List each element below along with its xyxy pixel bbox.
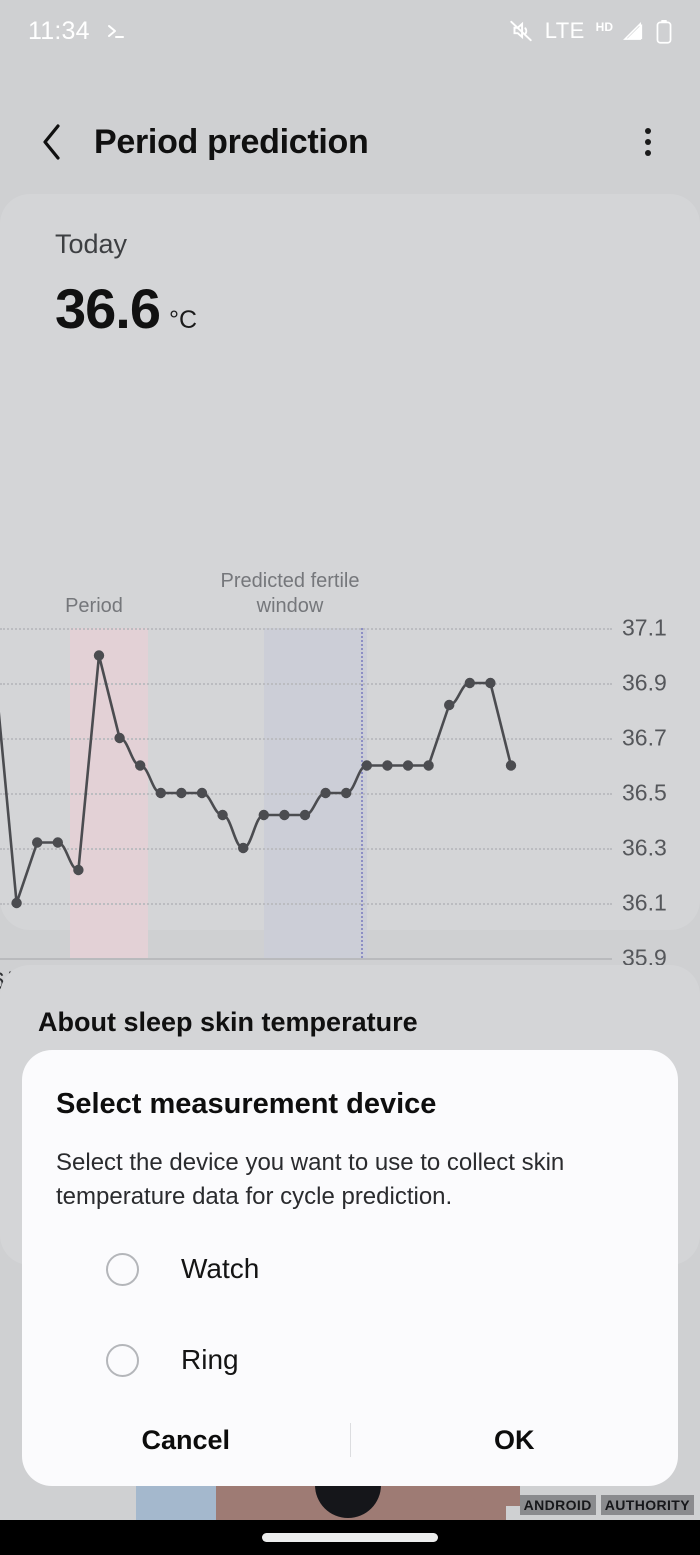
- chart-data-point: [52, 837, 63, 848]
- ok-button[interactable]: OK: [351, 1425, 679, 1456]
- radio-option-ring[interactable]: Ring: [56, 1333, 646, 1387]
- dialog-body-text: Select the device you want to use to col…: [56, 1149, 565, 1210]
- navigation-bar: [0, 1520, 700, 1555]
- status-bar-right: LTE HD: [508, 18, 672, 44]
- watermark-part-two: AUTHORITY: [600, 1495, 694, 1515]
- chart-data-point: [196, 787, 208, 799]
- chart-data-point: [299, 809, 311, 821]
- gesture-handle[interactable]: [262, 1533, 438, 1542]
- chart-data-point: [155, 787, 166, 799]
- chart-data-point: [464, 677, 475, 689]
- chart-data-point: [423, 760, 434, 771]
- chart-plot-area: 37.1 36.9 36.7 36.5 36.3 36.1 35.9: [0, 615, 667, 971]
- radio-label-watch: Watch: [181, 1253, 260, 1284]
- temperature-unit: °C: [169, 306, 198, 334]
- radio-button-ring[interactable]: [106, 1343, 139, 1377]
- radio-option-watch[interactable]: Watch: [56, 1242, 646, 1296]
- temperature-reading: 36.6 °C: [55, 276, 197, 341]
- chart-data-point: [217, 809, 228, 821]
- select-measurement-device-dialog: Select measurement device Select the dev…: [22, 1050, 678, 1486]
- chart-data-point: [279, 809, 290, 821]
- chart-y-tick-label: 36.1: [622, 889, 667, 916]
- signal-icon: [622, 20, 645, 43]
- watermark: ANDROID AUTHORITY: [519, 1495, 694, 1515]
- status-clock: 11:34: [28, 16, 90, 45]
- chart-x-axis: [0, 958, 612, 960]
- chart-data-point: [114, 732, 125, 744]
- app-bar: Period prediction: [0, 100, 700, 184]
- chart-data-point: [485, 677, 496, 689]
- chart-data-point: [341, 787, 352, 799]
- about-card-title: About sleep skin temperature: [38, 1007, 418, 1037]
- phone-screen: 11:34 LTE HD Period prediction Today 36.…: [0, 0, 700, 1555]
- band-label-fertile-window: Predicted fertile window: [220, 570, 360, 617]
- chart-y-tick-label: 36.7: [622, 724, 667, 751]
- status-bar-left: 11:34: [28, 17, 128, 46]
- radio-label-ring: Ring: [181, 1344, 239, 1375]
- chart-data-point: [402, 760, 414, 771]
- chart-data-point: [258, 809, 269, 821]
- chart-y-tick-label: 36.3: [622, 834, 667, 861]
- cancel-button[interactable]: Cancel: [22, 1425, 350, 1456]
- chart-data-point: [320, 787, 331, 799]
- battery-icon: [656, 19, 672, 44]
- chart-data-point: [11, 897, 22, 909]
- radio-button-watch[interactable]: [106, 1252, 139, 1286]
- chart-data-point: [176, 787, 187, 799]
- chart-data-point: [32, 837, 43, 848]
- band-label-period: Period: [65, 595, 123, 617]
- temperature-card: Today 36.6 °C Period Predicted fertile w…: [0, 194, 700, 1077]
- terminal-icon: [104, 19, 128, 43]
- dialog-actions: Cancel OK: [22, 1394, 678, 1486]
- chart-data-point: [238, 842, 249, 854]
- back-button[interactable]: [30, 120, 74, 164]
- status-bar: 11:34 LTE HD: [0, 0, 700, 62]
- today-label: Today: [55, 229, 128, 259]
- temperature-value: 36.6: [55, 277, 161, 340]
- chart-data-point: [135, 760, 146, 771]
- chart-y-tick-label: 37.1: [622, 614, 667, 641]
- page-title: Period prediction: [94, 122, 369, 161]
- chart-data-point: [93, 650, 105, 661]
- chart-data-point: [361, 760, 372, 771]
- network-type-label: LTE: [544, 18, 585, 43]
- chart-data-point: [505, 760, 517, 771]
- more-vertical-icon[interactable]: [626, 119, 670, 165]
- hd-badge: HD: [595, 20, 613, 34]
- chart-data-point: [382, 760, 393, 771]
- dialog-title: Select measurement device: [56, 1088, 437, 1120]
- illustration-blue-shape: [136, 1480, 216, 1520]
- chart-data-point: [444, 699, 455, 711]
- chart-y-tick-label: 36.5: [622, 779, 667, 806]
- chart-data-point: [73, 864, 84, 876]
- watermark-part-one: ANDROID: [519, 1495, 596, 1515]
- chart-series-line: [0, 650, 517, 909]
- chart-y-tick-label: 36.9: [622, 669, 667, 696]
- mute-icon: [508, 18, 534, 44]
